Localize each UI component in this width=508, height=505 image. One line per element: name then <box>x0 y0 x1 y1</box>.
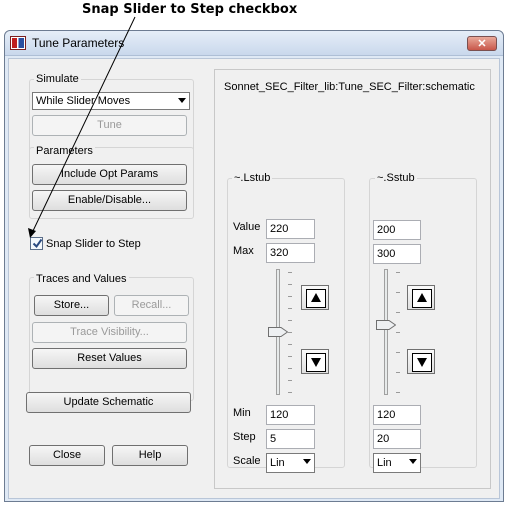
slider-tick <box>288 392 292 393</box>
simulate-label: Simulate <box>34 73 81 85</box>
lstub-min-label: Min <box>233 407 251 419</box>
app-logo-icon <box>10 36 26 50</box>
slider-tick <box>288 296 292 297</box>
sstub-scale-select[interactable]: Lin <box>373 453 421 473</box>
slider-tick <box>288 332 292 333</box>
lstub-max-label: Max <box>233 245 254 257</box>
lstub-step-input[interactable]: 5 <box>266 429 315 449</box>
help-button[interactable]: Help <box>112 445 188 466</box>
lstub-scale-select[interactable]: Lin <box>266 453 315 473</box>
lstub-scale-label: Scale <box>233 455 261 467</box>
sstub-slider-thumb[interactable] <box>376 320 397 330</box>
arrow-down-icon <box>306 353 326 372</box>
slider-tick <box>396 332 400 333</box>
store-button[interactable]: Store... <box>34 295 109 316</box>
slider-tick <box>288 368 292 369</box>
window-title: Tune Parameters <box>32 36 125 50</box>
parameters-label: Parameters <box>34 145 95 157</box>
arrow-up-icon <box>412 289 432 308</box>
sstub-step-input[interactable]: 20 <box>373 429 421 449</box>
lstub-scale-value: Lin <box>270 457 285 469</box>
sstub-slider-track <box>384 269 388 395</box>
tune-parameters-window: Tune Parameters ✕ Simulate While Slider … <box>4 30 504 502</box>
recall-button[interactable]: Recall... <box>114 295 189 316</box>
lstub-max-input[interactable]: 320 <box>266 243 315 263</box>
include-opt-params-button[interactable]: Include Opt Params <box>32 164 187 185</box>
lstub-value-input[interactable]: 220 <box>266 219 315 239</box>
slider-tick <box>396 272 400 273</box>
sstub-value-input[interactable]: 200 <box>373 220 421 240</box>
lstub-value-label: Value <box>233 221 261 233</box>
snap-slider-label: Snap Slider to Step <box>46 238 141 250</box>
traces-label: Traces and Values <box>34 273 129 285</box>
lstub-slider[interactable] <box>261 269 301 395</box>
slider-tick <box>288 380 292 381</box>
reset-values-button[interactable]: Reset Values <box>32 348 187 369</box>
lstub-down-button[interactable] <box>301 349 329 374</box>
sstub-up-button[interactable] <box>407 285 435 310</box>
slider-tick <box>288 356 292 357</box>
slider-tick <box>288 308 292 309</box>
slider-tick <box>288 272 292 273</box>
sstub-name: ~.Sstub <box>375 172 417 184</box>
title-bar[interactable]: Tune Parameters ✕ <box>5 31 503 56</box>
sstub-slider[interactable] <box>369 269 409 395</box>
close-button[interactable]: Close <box>29 445 105 466</box>
close-icon[interactable]: ✕ <box>467 36 497 51</box>
slider-tick <box>288 344 292 345</box>
chevron-down-icon <box>303 459 311 464</box>
slider-tick <box>396 372 400 373</box>
chevron-down-icon <box>178 98 186 103</box>
checkmark-icon <box>32 238 43 249</box>
update-schematic-button[interactable]: Update Schematic <box>26 392 191 413</box>
annotation-text: Snap Slider to Step checkbox <box>82 2 298 17</box>
lstub-slider-thumb[interactable] <box>268 327 289 337</box>
chevron-down-icon <box>409 459 417 464</box>
arrow-up-icon <box>306 289 326 308</box>
lstub-min-input[interactable]: 120 <box>266 405 315 425</box>
slider-tick <box>396 292 400 293</box>
snap-slider-checkbox[interactable] <box>30 237 43 250</box>
slider-tick <box>288 320 292 321</box>
lstub-up-button[interactable] <box>301 285 329 310</box>
lstub-step-label: Step <box>233 431 256 443</box>
dialog-body: Simulate While Slider Moves Tune Paramet… <box>8 58 500 499</box>
lstub-name: ~.Lstub <box>232 172 273 184</box>
sstub-down-button[interactable] <box>407 349 435 374</box>
sstub-max-input[interactable]: 300 <box>373 244 421 264</box>
simulate-mode-value: While Slider Moves <box>36 95 131 107</box>
tune-button[interactable]: Tune <box>32 115 187 136</box>
slider-tick <box>396 392 400 393</box>
enable-disable-button[interactable]: Enable/Disable... <box>32 190 187 211</box>
schematic-path: Sonnet_SEC_Filter_lib:Tune_SEC_Filter:sc… <box>224 81 475 93</box>
slider-tick <box>396 352 400 353</box>
slider-tick <box>396 312 400 313</box>
simulate-mode-select[interactable]: While Slider Moves <box>32 92 190 110</box>
sstub-scale-value: Lin <box>377 457 392 469</box>
trace-visibility-button[interactable]: Trace Visibility... <box>32 322 187 343</box>
sstub-min-input[interactable]: 120 <box>373 405 421 425</box>
arrow-down-icon <box>412 353 432 372</box>
slider-tick <box>288 284 292 285</box>
